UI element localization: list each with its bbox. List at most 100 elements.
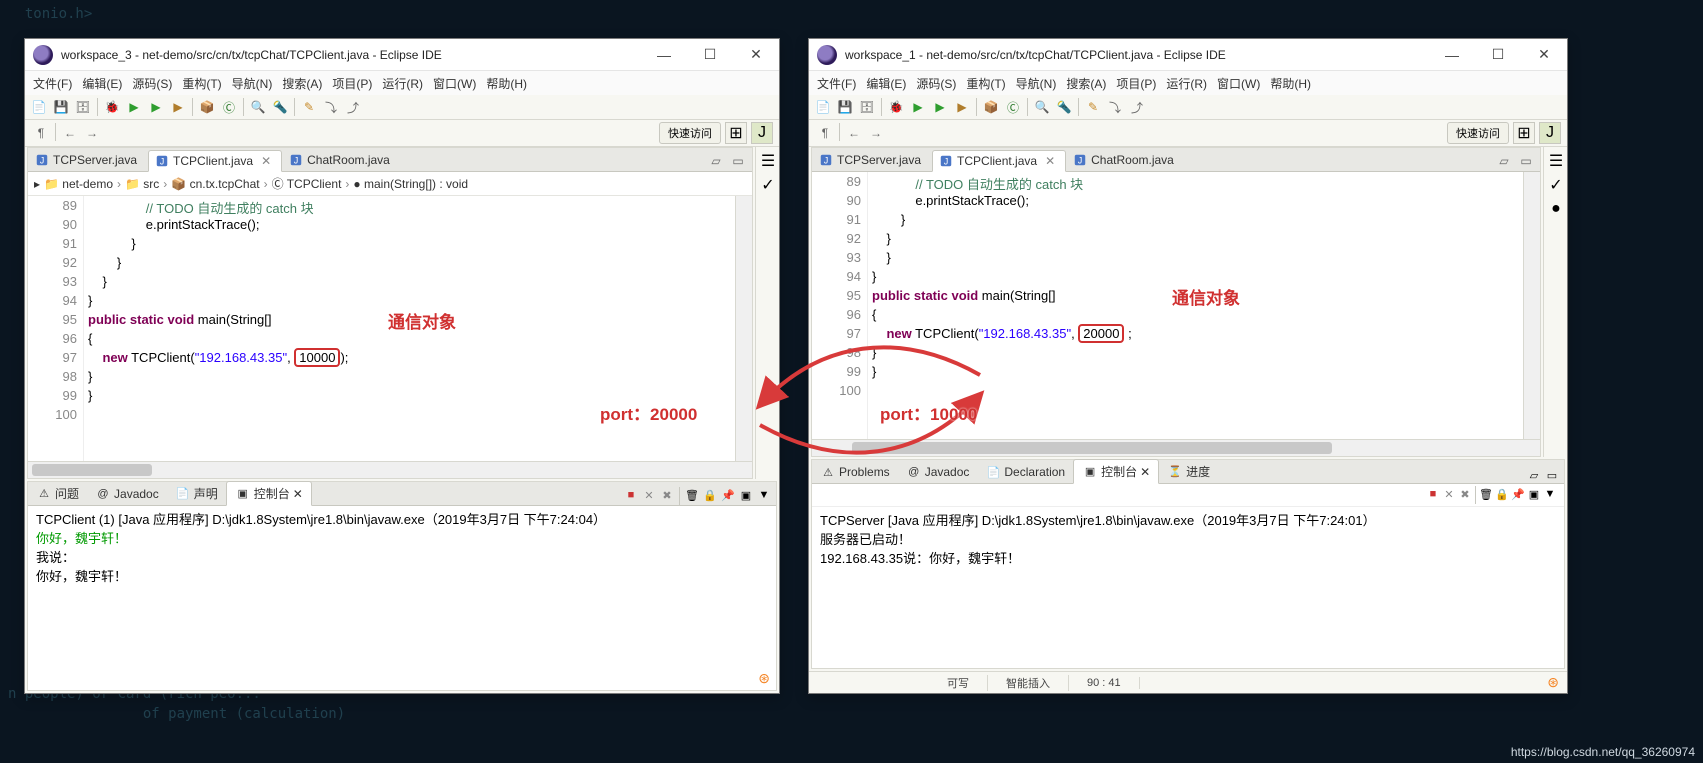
- console-tabs[interactable]: ⚠Problems@Javadoc📄Declaration▣控制台 ✕⏳进度 ▱…: [812, 460, 1564, 484]
- next-annotation-icon[interactable]: ⤵: [321, 97, 341, 117]
- java-perspective-button[interactable]: J: [1539, 122, 1561, 144]
- code-editor[interactable]: 8990919293949596979899100 // TODO 自动生成的 …: [28, 196, 752, 461]
- minimize-view-icon[interactable]: ▱: [706, 151, 726, 171]
- minimize-button[interactable]: —: [1429, 40, 1475, 70]
- close-button[interactable]: ✕: [1521, 40, 1567, 70]
- outline-icon[interactable]: ☰: [1546, 151, 1566, 171]
- editor-tab[interactable]: JTCPServer.java: [28, 149, 148, 171]
- breadcrumb-item[interactable]: 📦 cn.tx.tcpChat: [171, 177, 259, 191]
- open-perspective-button[interactable]: ⊞: [1513, 122, 1535, 144]
- open-type-icon[interactable]: 🔍: [248, 97, 268, 117]
- show-whitespace-icon[interactable]: ¶: [815, 123, 835, 143]
- remove-all-icon[interactable]: ✖: [1457, 486, 1473, 502]
- save-icon[interactable]: 💾: [835, 97, 855, 117]
- menu-item[interactable]: 搜索(A): [1062, 73, 1110, 94]
- remove-launch-icon[interactable]: ✕: [1441, 486, 1457, 502]
- save-icon[interactable]: 💾: [51, 97, 71, 117]
- debug-icon[interactable]: 🐞: [886, 97, 906, 117]
- vertical-scrollbar[interactable]: [735, 196, 752, 461]
- toggle-mark-icon[interactable]: ✎: [299, 97, 319, 117]
- back-icon[interactable]: ←: [844, 123, 864, 143]
- console-toolbar[interactable]: ■ ✕ ✖ 🗑 🔒 📌 ▣ ▼: [623, 487, 776, 505]
- editor-tab[interactable]: JChatRoom.java: [1066, 149, 1185, 171]
- run-icon[interactable]: ▶: [908, 97, 928, 117]
- menu-item[interactable]: 重构(T): [962, 73, 1009, 94]
- remove-all-icon[interactable]: ✖: [659, 487, 675, 503]
- breadcrumb-item[interactable]: 📁 net-demo: [44, 177, 113, 191]
- menu-item[interactable]: 窗口(W): [429, 73, 480, 94]
- horizontal-scrollbar[interactable]: [812, 439, 1540, 456]
- show-whitespace-icon[interactable]: ¶: [31, 123, 51, 143]
- editor-tab[interactable]: JTCPClient.java✕: [148, 150, 282, 172]
- remove-launch-icon[interactable]: ✕: [641, 487, 657, 503]
- maximize-button[interactable]: ☐: [1475, 40, 1521, 70]
- editor-tab[interactable]: JTCPServer.java: [812, 149, 932, 171]
- close-tab-icon[interactable]: ✕: [1045, 154, 1055, 168]
- open-perspective-button[interactable]: ⊞: [725, 122, 747, 144]
- menu-item[interactable]: 导航(N): [1012, 73, 1061, 94]
- display-console-icon[interactable]: ▣: [1526, 486, 1542, 502]
- new-icon[interactable]: 📄: [29, 97, 49, 117]
- console-tab[interactable]: ⏳进度: [1159, 460, 1218, 483]
- breadcrumb-item[interactable]: ● main(String[]) : void: [353, 177, 468, 191]
- titlebar[interactable]: workspace_3 - net-demo/src/cn/tx/tcpChat…: [25, 39, 779, 71]
- breadcrumb-item[interactable]: 📁 src: [125, 177, 159, 191]
- debug-icon[interactable]: 🐞: [102, 97, 122, 117]
- pin-console-icon[interactable]: 📌: [720, 487, 736, 503]
- menu-item[interactable]: 帮助(H): [482, 73, 531, 94]
- close-tab-icon[interactable]: ✕: [1140, 465, 1150, 479]
- menubar[interactable]: 文件(F)编辑(E)源码(S)重构(T)导航(N)搜索(A)项目(P)运行(R)…: [25, 71, 779, 95]
- console-tab[interactable]: ▣控制台 ✕: [226, 481, 312, 506]
- menu-item[interactable]: 文件(F): [813, 73, 860, 94]
- console-output[interactable]: TCPClient (1) [Java 应用程序] D:\jdk1.8Syste…: [28, 506, 776, 668]
- minimize-view-icon[interactable]: ▱: [1494, 151, 1514, 171]
- menu-item[interactable]: 编辑(E): [862, 73, 910, 94]
- console-tab[interactable]: ⚠问题: [28, 482, 87, 505]
- close-button[interactable]: ✕: [733, 40, 779, 70]
- breadcrumb[interactable]: ▸📁 net-demo›📁 src›📦 cn.tx.tcpChat›Ⓒ TCPC…: [28, 172, 752, 196]
- main-toolbar[interactable]: 📄💾🗄 🐞 ▶ ▶ ▶ 📦 Ⓒ 🔍 🔦 ✎ ⤵ ⤴: [25, 95, 779, 120]
- maximize-view-icon[interactable]: ▭: [1516, 151, 1536, 171]
- run-icon[interactable]: ▶: [124, 97, 144, 117]
- prev-annotation-icon[interactable]: ⤴: [343, 97, 363, 117]
- menu-item[interactable]: 重构(T): [178, 73, 225, 94]
- console-tab[interactable]: 📄Declaration: [977, 461, 1073, 483]
- save-all-icon[interactable]: 🗄: [73, 97, 93, 117]
- editor-tabs[interactable]: JTCPServer.javaJTCPClient.java✕JChatRoom…: [812, 148, 1540, 172]
- ext-tools-icon[interactable]: ▶: [952, 97, 972, 117]
- new-class-icon[interactable]: Ⓒ: [219, 97, 239, 117]
- console-tabs[interactable]: ⚠问题@Javadoc📄声明▣控制台 ✕ ■ ✕ ✖ 🗑 🔒 📌 ▣ ▼: [28, 482, 776, 506]
- breakpoints-icon[interactable]: ●: [1546, 199, 1566, 219]
- editor-tab[interactable]: JChatRoom.java: [282, 149, 401, 171]
- maximize-view-icon[interactable]: ▭: [728, 151, 748, 171]
- console-output[interactable]: TCPServer [Java 应用程序] D:\jdk1.8System\jr…: [812, 507, 1564, 668]
- code-content[interactable]: // TODO 自动生成的 catch 块 e.printStackTrace(…: [84, 196, 735, 461]
- coverage-icon[interactable]: ▶: [930, 97, 950, 117]
- console-tab[interactable]: ▣控制台 ✕: [1073, 459, 1159, 484]
- menu-item[interactable]: 搜索(A): [278, 73, 326, 94]
- task-list-icon[interactable]: ✓: [1546, 175, 1566, 195]
- new-package-icon[interactable]: 📦: [197, 97, 217, 117]
- open-type-icon[interactable]: 🔍: [1032, 97, 1052, 117]
- titlebar[interactable]: workspace_1 - net-demo/src/cn/tx/tcpChat…: [809, 39, 1567, 71]
- vertical-scrollbar[interactable]: [1523, 172, 1540, 439]
- scroll-lock-icon[interactable]: 🔒: [702, 487, 718, 503]
- side-minimized-views[interactable]: ☰ ✓: [755, 147, 779, 479]
- horizontal-scrollbar[interactable]: [28, 461, 752, 478]
- ext-tools-icon[interactable]: ▶: [168, 97, 188, 117]
- new-icon[interactable]: 📄: [813, 97, 833, 117]
- menu-item[interactable]: 帮助(H): [1266, 73, 1315, 94]
- prev-annotation-icon[interactable]: ⤴: [1127, 97, 1147, 117]
- task-list-icon[interactable]: ✓: [758, 175, 778, 195]
- quick-access-button[interactable]: 快速访问: [1447, 122, 1509, 144]
- menu-item[interactable]: 文件(F): [29, 73, 76, 94]
- menu-item[interactable]: 项目(P): [1112, 73, 1160, 94]
- editor-tabs[interactable]: JTCPServer.javaJTCPClient.java✕JChatRoom…: [28, 148, 752, 172]
- menubar[interactable]: 文件(F)编辑(E)源码(S)重构(T)导航(N)搜索(A)项目(P)运行(R)…: [809, 71, 1567, 95]
- outline-icon[interactable]: ☰: [758, 151, 778, 171]
- code-editor[interactable]: 8990919293949596979899100 // TODO 自动生成的 …: [812, 172, 1540, 439]
- back-icon[interactable]: ←: [60, 123, 80, 143]
- console-toolbar[interactable]: ▱ ▭: [1526, 467, 1564, 483]
- display-console-icon[interactable]: ▣: [738, 487, 754, 503]
- rss-icon[interactable]: ⊛: [1547, 674, 1559, 690]
